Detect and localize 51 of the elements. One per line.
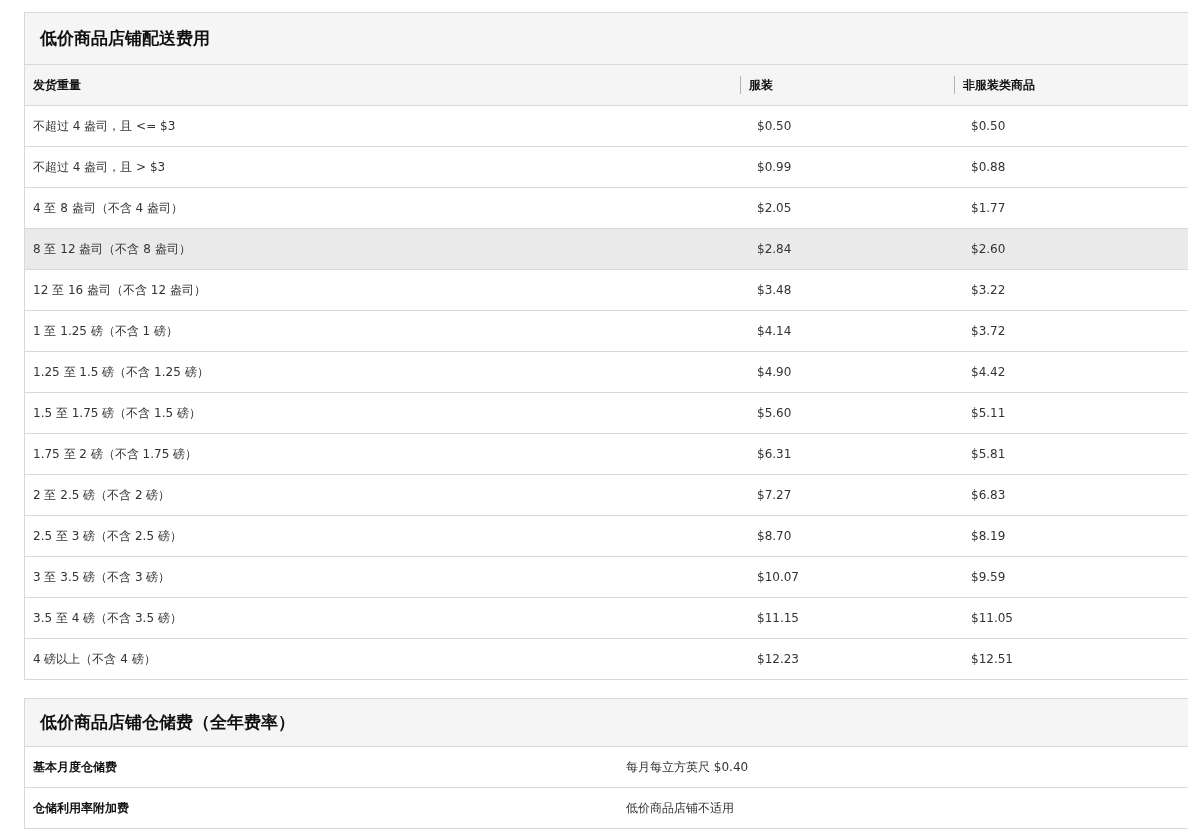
table-title: 低价商品店铺配送费用 [25,13,1188,65]
table-cell-text: $6.31 [756,447,793,461]
table-cell-text: $0.50 [970,119,1007,133]
table-cell-text: $4.14 [756,324,793,338]
column-header: 服装 [740,76,781,94]
table-cell-text: $5.60 [756,406,793,420]
table-cell-text: $3.48 [756,283,793,297]
table-cell-text: $3.22 [970,283,1007,297]
table-cell-text: 2.5 至 3 磅（不含 2.5 磅） [32,527,183,545]
column-header: 非服装类商品 [954,76,1043,94]
table-cell-text: 2 至 2.5 磅（不含 2 磅） [32,486,172,504]
table-cell-text: 4 至 8 盎司（不含 4 盎司） [32,199,184,217]
table-cell-text: 1.75 至 2 磅（不含 1.75 磅） [32,445,199,463]
table-cell-text: $10.07 [756,570,800,584]
table-cell-text: $1.77 [970,201,1007,215]
table-cell-text: $5.11 [970,406,1007,420]
table-cell-text: $4.90 [756,365,793,379]
table-cell-text: 1.25 至 1.5 磅（不含 1.25 磅） [32,363,210,381]
table-cell-text: $11.05 [970,611,1014,625]
table-cell-text: 不超过 4 盎司，且 <= $3 [32,117,177,135]
table-cell-text: $2.05 [756,201,793,215]
table-cell-text: 每月每立方英尺 $0.40 [625,758,750,776]
table-cell-text: $8.19 [970,529,1007,543]
row-label: 仓储利用率附加费 [32,799,130,817]
table-cell-text: $7.27 [756,488,793,502]
table-cell-text: 8 至 12 盎司（不含 8 盎司） [32,240,192,258]
table-cell-text: $0.50 [756,119,793,133]
table-cell-text: 低价商品店铺不适用 [625,799,735,817]
table-cell-text: 3.5 至 4 磅（不含 3.5 磅） [32,609,183,627]
column-header: 发货重量 [32,76,82,94]
table-cell-text: $12.23 [756,652,800,666]
table-cell-text: $6.83 [970,488,1007,502]
table-cell-text: 4 磅以上（不含 4 磅） [32,650,157,668]
table-cell-text: $4.42 [970,365,1007,379]
table-cell-text: 1 至 1.25 磅（不含 1 磅） [32,322,180,340]
table-cell-text: $0.88 [970,160,1007,174]
table-cell-text: $8.70 [756,529,793,543]
table-cell-text: $11.15 [756,611,800,625]
table-cell-text: 3 至 3.5 磅（不含 3 磅） [32,568,172,586]
table-cell-text: 不超过 4 盎司，且 > $3 [32,158,167,176]
table-cell-text: $2.60 [970,242,1007,256]
table-cell-text: $2.84 [756,242,793,256]
table-cell-text: $9.59 [970,570,1007,584]
row-label: 基本月度仓储费 [32,758,118,776]
table-cell-text: $0.99 [756,160,793,174]
table-cell-text: $3.72 [970,324,1007,338]
table-cell-text: $5.81 [970,447,1007,461]
table-cell-text: 12 至 16 盎司（不含 12 盎司） [32,281,207,299]
table-title: 低价商品店铺仓储费（全年费率） [25,699,1188,747]
table-cell-text: $12.51 [970,652,1014,666]
table-cell-text: 1.5 至 1.75 磅（不含 1.5 磅） [32,404,202,422]
